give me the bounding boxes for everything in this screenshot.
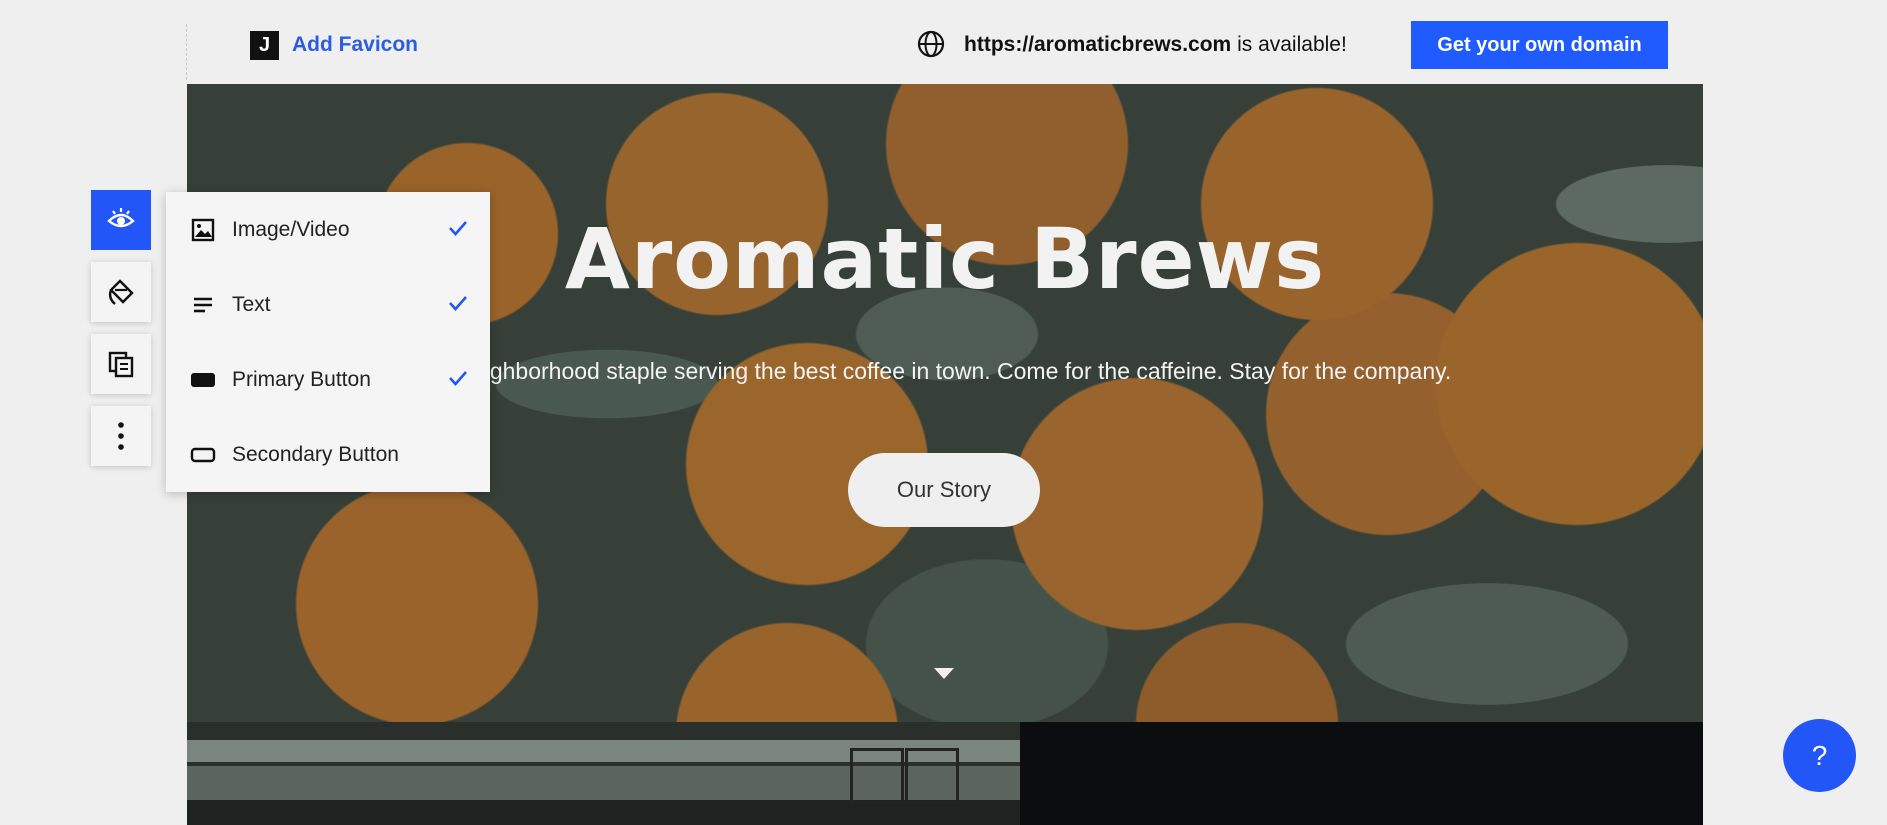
menu-item-label: Secondary Button <box>232 443 399 466</box>
more-options-button[interactable] <box>91 406 151 466</box>
top-bar: J Add Favicon https://aromaticbrews.com … <box>0 0 1887 84</box>
our-story-button[interactable]: Our Story <box>848 453 1040 527</box>
copy-icon <box>108 351 134 378</box>
checkmark-icon <box>449 371 467 386</box>
canvas-edge-divider <box>186 24 187 80</box>
menu-item-label: Text <box>232 293 271 316</box>
visibility-menu: Image/Video Text Primary Button Secondar… <box>166 192 490 492</box>
visibility-tool-button[interactable] <box>91 190 151 250</box>
image-icon <box>190 217 216 243</box>
menu-item-text[interactable]: Text <box>166 267 490 342</box>
menu-item-label: Primary Button <box>232 368 371 391</box>
menu-item-image-video[interactable]: Image/Video <box>166 192 490 267</box>
filled-button-icon <box>190 367 216 393</box>
next-section-panel <box>1020 722 1703 825</box>
menu-item-secondary-button[interactable]: Secondary Button <box>166 417 490 492</box>
help-button[interactable]: ? <box>1783 719 1856 792</box>
domain-availability: https://aromaticbrews.com is available! <box>964 33 1347 57</box>
eye-icon <box>107 208 135 228</box>
paint-bucket-icon <box>108 279 134 305</box>
domain-status: is available! <box>1231 33 1347 56</box>
menu-item-label: Image/Video <box>232 218 350 241</box>
get-domain-button[interactable]: Get your own domain <box>1411 21 1668 69</box>
domain-url: https://aromaticbrews.com <box>964 33 1232 56</box>
next-section-image <box>187 722 1020 825</box>
add-favicon-link[interactable]: Add Favicon <box>292 33 418 57</box>
menu-item-primary-button[interactable]: Primary Button <box>166 342 490 417</box>
checkmark-icon <box>449 296 467 311</box>
duplicate-tool-button[interactable] <box>91 334 151 394</box>
text-lines-icon <box>190 292 216 318</box>
globe-icon <box>917 30 945 58</box>
scroll-down-icon[interactable] <box>934 668 954 679</box>
more-vertical-icon <box>118 422 124 450</box>
outline-button-icon <box>190 442 216 468</box>
design-tool-button[interactable] <box>91 262 151 322</box>
checkmark-icon <box>449 221 467 236</box>
favicon-placeholder[interactable]: J <box>250 31 279 60</box>
